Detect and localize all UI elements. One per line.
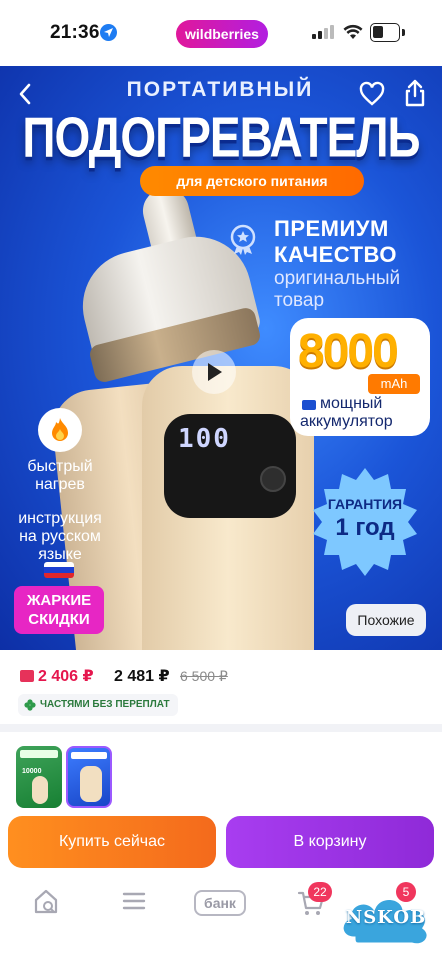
premium-line4: товар bbox=[274, 290, 325, 311]
add-to-cart-button[interactable]: В корзину bbox=[226, 816, 434, 868]
thumbnail-caption: 10000 bbox=[22, 768, 42, 775]
battery-capacity-unit: mAh bbox=[368, 374, 420, 394]
buy-now-button[interactable]: Купить сейчас bbox=[8, 816, 216, 868]
installment-label: ЧАСТЯМИ БЕЗ ПЕРЕПЛАТ bbox=[40, 699, 170, 710]
wallet-icon bbox=[20, 670, 34, 682]
warranty-line2: 1 год bbox=[335, 514, 395, 541]
instruction-line1: инструкция bbox=[18, 510, 102, 527]
premium-line1: ПРЕМИУМ bbox=[274, 216, 389, 241]
wifi-icon bbox=[343, 24, 363, 39]
instruction-line2: на русском bbox=[19, 528, 101, 545]
card-price: 2 481 ₽ bbox=[114, 668, 170, 685]
bank-tab[interactable]: банк bbox=[194, 890, 246, 916]
hot-discounts-badge: ЖАРКИЕ СКИДКИ bbox=[14, 586, 104, 634]
wallet-price: 2 406 ₽ bbox=[38, 668, 94, 685]
fast-heat-line2: нагрев bbox=[35, 476, 85, 493]
premium-line3: оригинальный bbox=[274, 268, 401, 289]
location-arrow-icon bbox=[100, 24, 117, 41]
product-image[interactable]: ПОРТАТИВНЫЙ ПОДОГРЕВАТЕЛЬ 100 для детско… bbox=[0, 66, 442, 650]
hero-title-top: ПОРТАТИВНЫЙ bbox=[126, 78, 314, 101]
nskob-watermark: NSKOB bbox=[334, 888, 438, 952]
flame-icon bbox=[38, 408, 82, 452]
warranty-line1: ГАРАНТИЯ bbox=[327, 496, 403, 512]
battery-line1: мощный bbox=[320, 395, 383, 412]
catalog-menu-icon[interactable] bbox=[120, 886, 148, 916]
battery-small-icon bbox=[302, 400, 316, 410]
russian-flag-icon bbox=[44, 562, 74, 578]
status-bar: 21:36 wildberries bbox=[0, 0, 442, 66]
similar-products-button[interactable]: Похожие bbox=[346, 604, 426, 636]
product-thumbnail[interactable]: 10000 bbox=[16, 746, 62, 808]
installment-badge[interactable]: ЧАСТЯМИ БЕЗ ПЕРЕПЛАТ bbox=[18, 694, 178, 716]
premium-line2: КАЧЕСТВО bbox=[274, 242, 398, 267]
home-search-icon[interactable] bbox=[32, 886, 60, 916]
status-time: 21:36 bbox=[50, 22, 100, 43]
section-divider bbox=[0, 724, 442, 732]
battery-capacity-card: 8000 mAh мощный аккумулятор bbox=[290, 318, 430, 436]
battery-icon bbox=[370, 23, 400, 42]
watermark-text: NSKOB bbox=[345, 907, 427, 928]
hero-subtitle-badge: для детского питания bbox=[140, 166, 364, 196]
app-pill[interactable]: wildberries bbox=[176, 20, 268, 48]
old-price: 6 500 ₽ bbox=[180, 668, 228, 684]
clover-icon bbox=[24, 699, 36, 711]
hero-title-main: ПОДОГРЕВАТЕЛЬ bbox=[22, 105, 420, 169]
device-screen-digits: 100 bbox=[178, 424, 231, 454]
battery-capacity-value: 8000 bbox=[298, 325, 399, 378]
quality-badge-icon bbox=[230, 224, 256, 255]
fast-heat-line1: быстрый bbox=[27, 458, 93, 475]
warranty-badge: ГАРАНТИЯ 1 год bbox=[306, 464, 424, 582]
hot-line1: ЖАРКИЕ bbox=[26, 592, 92, 609]
battery-line2: аккумулятор bbox=[300, 413, 393, 430]
product-thumbnail-selected[interactable] bbox=[66, 746, 112, 808]
play-video-button[interactable] bbox=[192, 350, 236, 394]
cart-count-badge: 22 bbox=[308, 882, 332, 902]
cellular-signal-icon bbox=[312, 25, 334, 39]
hot-line2: СКИДКИ bbox=[28, 611, 90, 628]
